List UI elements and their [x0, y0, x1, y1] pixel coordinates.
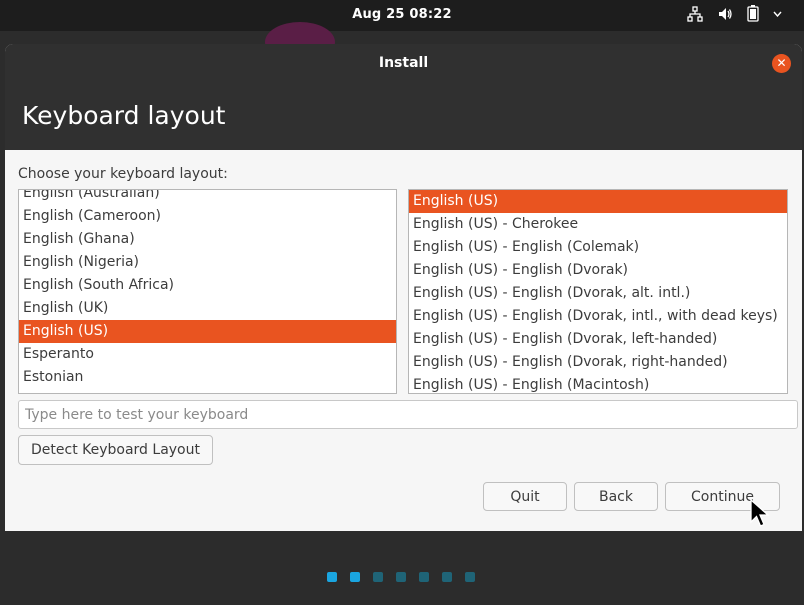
progress-step-dot [372, 572, 383, 582]
progress-step-dot [464, 572, 475, 582]
progress-step-dot [326, 572, 337, 582]
clock[interactable]: Aug 25 08:22 [0, 7, 804, 22]
keyboard-layout-list[interactable]: English (Australian) English (Cameroon) En… [18, 189, 397, 394]
step-progress-indicator [5, 572, 802, 582]
layout-list-item[interactable]: English (Cameroon) [19, 205, 396, 228]
detect-keyboard-layout-button[interactable]: Detect Keyboard Layout [18, 435, 213, 465]
layout-list-item[interactable]: English (US) [19, 320, 396, 343]
progress-step-dot [349, 572, 360, 582]
window-title: Install [378, 55, 429, 71]
keyboard-variant-list-items: English (US) English (US) - Cherokee Engli… [409, 190, 787, 393]
progress-step-dot [418, 572, 429, 582]
progress-step-dot [395, 572, 406, 582]
layout-list-item[interactable]: Esperanto [19, 343, 396, 366]
quit-button[interactable]: Quit [483, 482, 567, 511]
system-tray[interactable] [687, 5, 782, 22]
close-button[interactable]: ✕ [772, 54, 791, 73]
window-header: Install ✕ Keyboard layout [5, 44, 802, 150]
variant-list-item[interactable]: English (US) - English (Dvorak, right-ha… [409, 351, 787, 374]
volume-icon[interactable] [717, 6, 733, 22]
variant-list-item[interactable]: English (US) - English (Dvorak, alt. int… [409, 282, 787, 305]
layout-list-item[interactable]: English (Nigeria) [19, 251, 396, 274]
variant-list-item[interactable]: English (US) - English (Dvorak, intl., w… [409, 305, 787, 328]
layout-list-item[interactable]: English (UK) [19, 297, 396, 320]
variant-list-item[interactable]: English (US) - Cherokee [409, 213, 787, 236]
layout-list-item[interactable]: English (South Africa) [19, 274, 396, 297]
variant-list-item[interactable]: English (US) - English (Colemak) [409, 236, 787, 259]
continue-button[interactable]: Continue [665, 482, 780, 511]
system-menu-chevron-down-icon[interactable] [773, 11, 782, 17]
installer-window: Install ✕ Keyboard layout Choose your ke… [5, 44, 802, 605]
layout-list-item[interactable]: English (Australian) [19, 190, 396, 205]
progress-step-dot [441, 572, 452, 582]
keyboard-test-input[interactable] [18, 400, 798, 429]
keyboard-variant-list[interactable]: English (US) English (US) - Cherokee Engli… [408, 189, 788, 394]
close-icon: ✕ [776, 56, 787, 70]
variant-list-item[interactable]: English (US) - English (Macintosh) [409, 374, 787, 393]
installer-footer [5, 531, 802, 605]
layout-list-item[interactable]: Estonian [19, 366, 396, 389]
variant-list-item[interactable]: English (US) [409, 190, 787, 213]
battery-icon[interactable] [747, 5, 759, 22]
layout-prompt-label: Choose your keyboard layout: [18, 166, 228, 182]
network-icon[interactable] [687, 5, 703, 22]
back-button[interactable]: Back [574, 482, 658, 511]
top-bar: Aug 25 08:22 [0, 0, 804, 62]
keyboard-layout-list-items: English (Australian) English (Cameroon) En… [19, 190, 396, 389]
variant-list-item[interactable]: English (US) - English (Dvorak, left-han… [409, 328, 787, 351]
layout-list-item[interactable]: English (Ghana) [19, 228, 396, 251]
page-title: Keyboard layout [22, 101, 226, 130]
variant-list-item[interactable]: English (US) - English (Dvorak) [409, 259, 787, 282]
